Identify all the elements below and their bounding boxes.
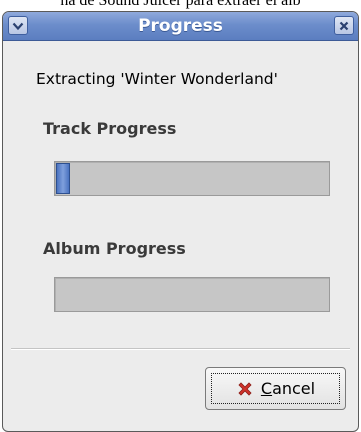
title-bar[interactable]: Progress	[3, 12, 358, 41]
close-icon	[339, 21, 349, 30]
album-progress-bar	[54, 277, 330, 312]
cancel-label-rest: ancel	[272, 379, 316, 398]
cancel-button[interactable]: Cancel	[205, 367, 346, 410]
album-progress-label: Album Progress	[43, 239, 186, 258]
button-separator	[11, 348, 350, 350]
track-progress-label: Track Progress	[43, 119, 177, 138]
progress-dialog: Progress Extracting 'Winter Wonderland' …	[2, 11, 359, 432]
window-close-button[interactable]	[334, 16, 354, 35]
background-caption: na de Sound Juicer para extraer el álb	[60, 0, 301, 9]
track-progress-fill	[56, 163, 70, 194]
window-title: Progress	[138, 16, 223, 36]
cancel-button-label: Cancel	[261, 379, 315, 398]
track-progress-bar	[54, 161, 330, 196]
cancel-icon	[238, 381, 252, 396]
cancel-mnemonic: C	[260, 379, 273, 398]
extracting-message: Extracting 'Winter Wonderland'	[36, 70, 278, 88]
